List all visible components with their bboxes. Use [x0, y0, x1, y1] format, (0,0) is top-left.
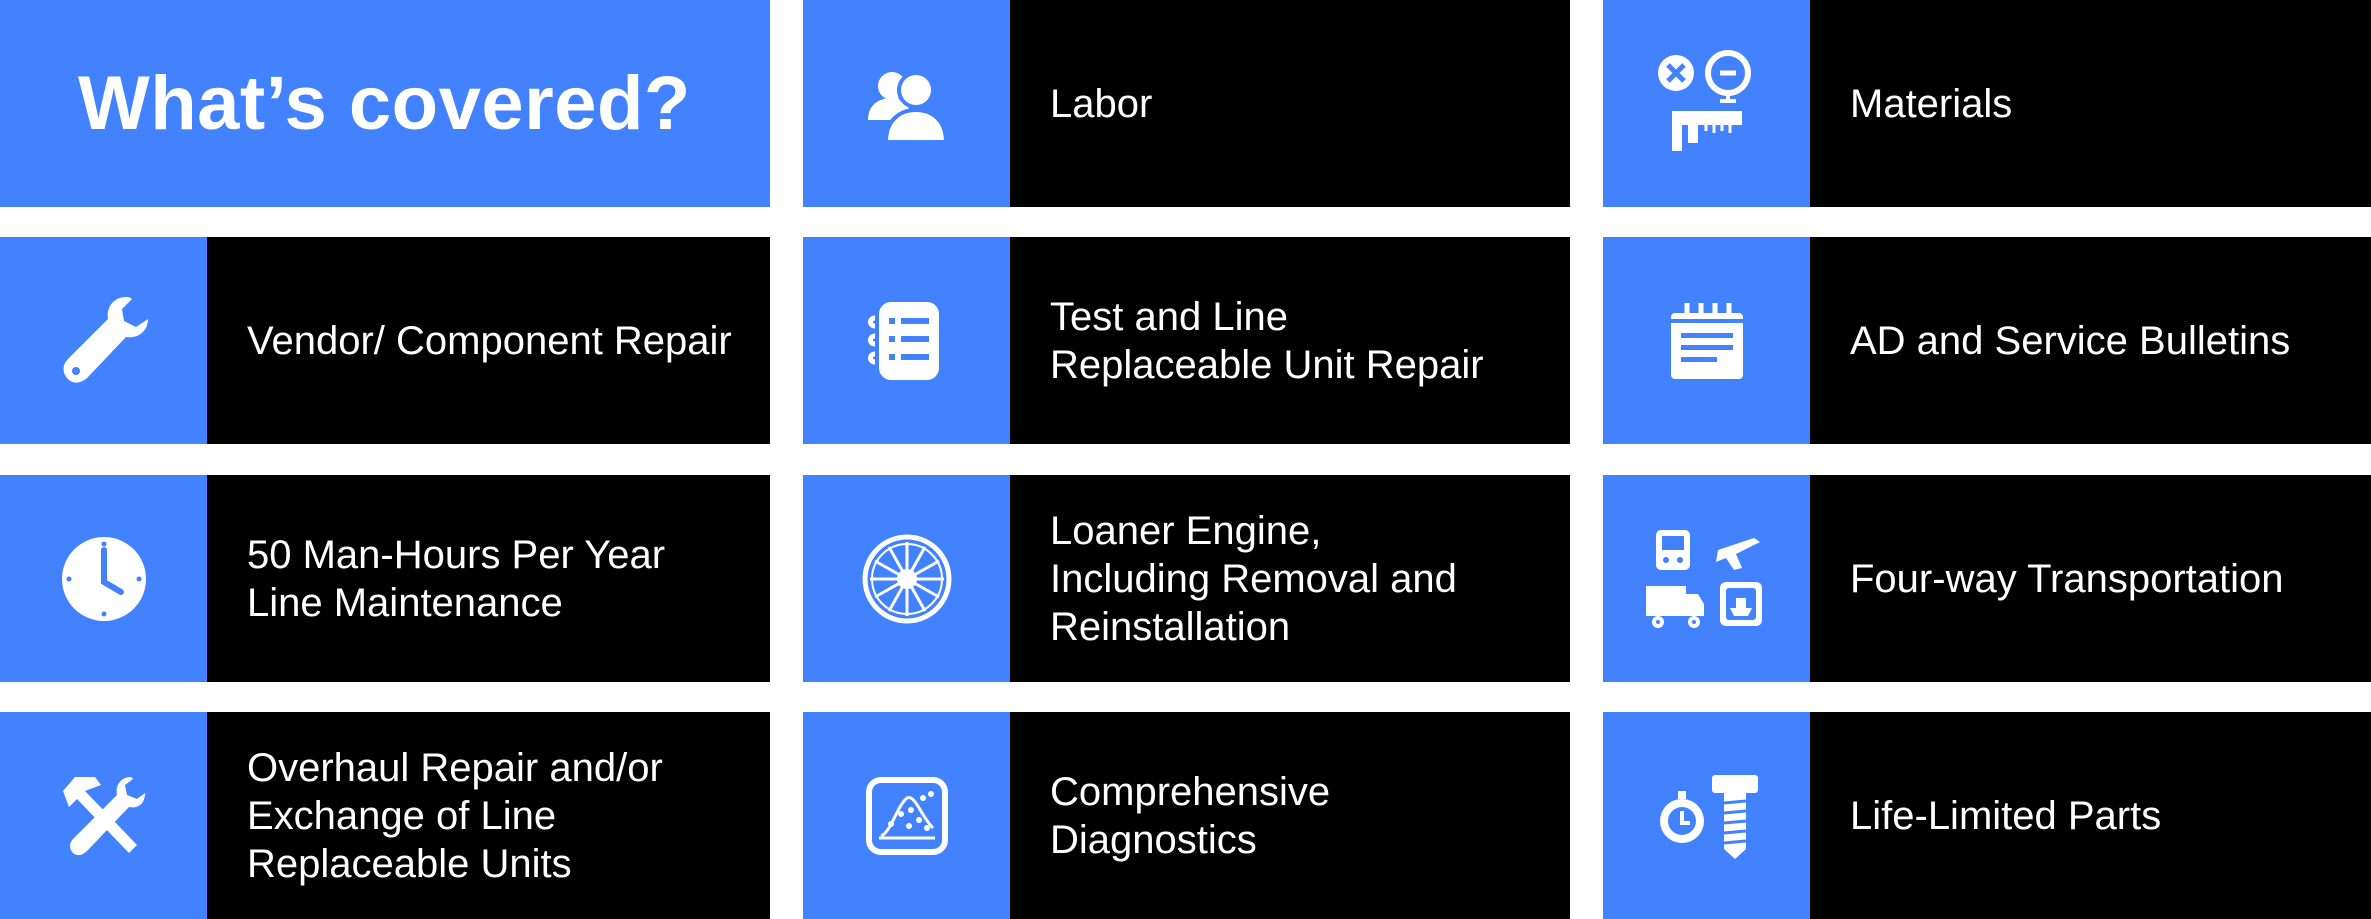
label-labor: Labor: [1010, 0, 1570, 207]
tile-life-limited-parts: Life-Limited Parts: [1603, 712, 2371, 919]
label-line: Overhaul Repair and/or: [247, 745, 663, 790]
label-four-way-transportation: Four-way Transportation: [1810, 475, 2371, 682]
label-line: Life-Limited Parts: [1850, 793, 2162, 838]
tile-vendor-component-repair: Vendor/ Component Repair: [0, 237, 770, 444]
label-materials: Materials: [1810, 0, 2371, 207]
transportation-icon: [1603, 475, 1810, 682]
stopwatch-bolt-icon: [1603, 712, 1810, 919]
label-line: Loaner Engine,: [1050, 508, 1322, 553]
page-title: What’s covered?: [78, 61, 691, 146]
label-line: Replaceable Unit Repair: [1050, 342, 1484, 387]
label-loaner-engine: Loaner Engine, Including Removal and Rei…: [1010, 475, 1570, 682]
hammer-wrench-icon: [0, 712, 207, 919]
label-line: Four-way Transportation: [1850, 556, 2284, 601]
label-line: Materials: [1850, 81, 2013, 126]
tile-overhaul-repair: Overhaul Repair and/or Exchange of Line …: [0, 712, 770, 919]
label-line: Exchange of Line: [247, 793, 557, 838]
label-man-hours: 50 Man-Hours Per Year Line Maintenance: [207, 475, 770, 682]
label-line: AD and Service Bulletins: [1850, 318, 2291, 363]
label-line: Vendor/ Component Repair: [247, 318, 732, 363]
notepad-icon: [1603, 237, 1810, 444]
label-life-limited-parts: Life-Limited Parts: [1810, 712, 2371, 919]
label-line: Replaceable Units: [247, 841, 572, 886]
tile-labor: Labor: [803, 0, 1570, 207]
checklist-icon: [803, 237, 1010, 444]
label-line: Line Maintenance: [247, 580, 563, 625]
label-line: Including Removal and: [1050, 556, 1457, 601]
label-comprehensive-diagnostics: Comprehensive Diagnostics: [1010, 712, 1570, 919]
label-ad-service-bulletins: AD and Service Bulletins: [1810, 237, 2371, 444]
label-line: Test and Line: [1050, 294, 1288, 339]
tile-ad-service-bulletins: AD and Service Bulletins: [1603, 237, 2371, 444]
tile-test-line-replaceable: Test and Line Replaceable Unit Repair: [803, 237, 1570, 444]
label-line: Comprehensive: [1050, 769, 1331, 814]
label-test-line-replaceable: Test and Line Replaceable Unit Repair: [1010, 237, 1570, 444]
turbine-icon: [803, 475, 1010, 682]
wrench-icon: [0, 237, 207, 444]
clock-icon: [0, 475, 207, 682]
label-vendor-component-repair: Vendor/ Component Repair: [207, 237, 770, 444]
label-line: Reinstallation: [1050, 604, 1291, 649]
measurement-icon: [1603, 0, 1810, 207]
label-line: Labor: [1050, 81, 1153, 126]
tile-comprehensive-diagnostics: Comprehensive Diagnostics: [803, 712, 1570, 919]
tile-materials: Materials: [1603, 0, 2371, 207]
tile-man-hours: 50 Man-Hours Per Year Line Maintenance: [0, 475, 770, 682]
title-tile: What’s covered?: [0, 0, 770, 207]
diagnostics-chart-icon: [803, 712, 1010, 919]
tile-loaner-engine: Loaner Engine, Including Removal and Rei…: [803, 475, 1570, 682]
label-line: Diagnostics: [1050, 817, 1257, 862]
tile-four-way-transportation: Four-way Transportation: [1603, 475, 2371, 682]
label-overhaul-repair: Overhaul Repair and/or Exchange of Line …: [207, 712, 770, 919]
label-line: 50 Man-Hours Per Year: [247, 532, 666, 577]
people-icon: [803, 0, 1010, 207]
